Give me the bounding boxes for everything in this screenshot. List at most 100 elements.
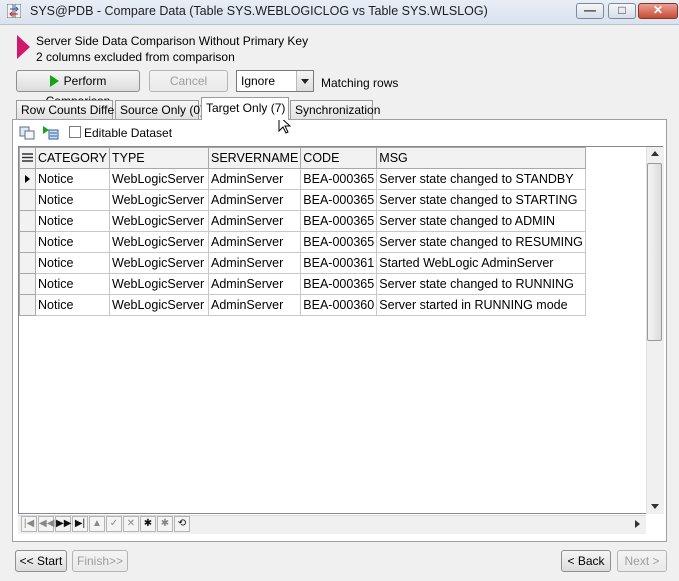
tab-label: Source Only (0)	[120, 103, 205, 117]
row-indicator[interactable]	[19, 273, 36, 295]
row-indicator[interactable]	[19, 189, 36, 211]
scroll-down-arrow-icon[interactable]	[651, 504, 659, 509]
tab-row-counts-differ[interactable]: Row Counts Differ	[16, 100, 118, 119]
row-indicator[interactable]	[19, 168, 36, 190]
cell-msg[interactable]: Started WebLogic AdminServer	[376, 252, 586, 274]
cell-type[interactable]: WebLogicServer	[109, 294, 209, 316]
window-title: SYS@PDB - Compare Data (Table SYS.WEBLOG…	[30, 4, 488, 18]
cell-servername[interactable]: AdminServer	[207, 168, 302, 190]
nav-post-icon[interactable]: ✓	[106, 516, 122, 532]
table-row[interactable]: Notice WebLogicServer AdminServer BEA-00…	[19, 210, 586, 232]
cell-category[interactable]: Notice	[35, 294, 110, 316]
scrollbar-thumb[interactable]	[647, 163, 662, 341]
table-row[interactable]: Notice WebLogicServer AdminServer BEA-00…	[19, 252, 586, 274]
data-grid[interactable]: CATEGORY TYPE SERVERNAME CODE MSG Notice…	[18, 146, 663, 514]
mode-value: Ignore	[241, 74, 276, 88]
cell-category[interactable]: Notice	[35, 231, 110, 253]
cell-msg[interactable]: Server state changed to STANDBY	[376, 168, 586, 190]
nav-apply-icon[interactable]: ✱	[157, 516, 173, 532]
table-row[interactable]: Notice WebLogicServer AdminServer BEA-00…	[19, 294, 586, 316]
grid-menu-icon[interactable]	[19, 147, 36, 169]
table-row[interactable]: Notice WebLogicServer AdminServer BEA-00…	[19, 189, 586, 211]
scroll-up-arrow-icon[interactable]	[651, 151, 659, 156]
nav-first-icon[interactable]: |◀	[21, 516, 37, 532]
cell-category[interactable]: Notice	[35, 210, 110, 232]
chevron-down-icon	[296, 71, 313, 91]
cell-type[interactable]: WebLogicServer	[109, 189, 209, 211]
column-header-type[interactable]: TYPE	[109, 147, 209, 169]
cell-type[interactable]: WebLogicServer	[109, 273, 209, 295]
cell-code[interactable]: BEA-000360	[300, 294, 378, 316]
tab-target-only[interactable]: Target Only (7)	[201, 97, 289, 120]
column-header-code[interactable]: CODE	[300, 147, 378, 169]
row-indicator[interactable]	[19, 294, 36, 316]
nav-last-icon[interactable]: ▶|	[72, 516, 88, 532]
close-button[interactable]: ✕	[638, 3, 678, 19]
column-header-servername[interactable]: SERVERNAME	[207, 147, 302, 169]
nav-next-icon[interactable]: ▶▶	[55, 516, 71, 532]
tab-source-only[interactable]: Source Only (0)	[115, 100, 204, 119]
column-header-category[interactable]: CATEGORY	[35, 147, 110, 169]
cell-category[interactable]: Notice	[35, 189, 110, 211]
cell-servername[interactable]: AdminServer	[207, 189, 302, 211]
cell-type[interactable]: WebLogicServer	[109, 168, 209, 190]
row-indicator[interactable]	[19, 231, 36, 253]
cell-type[interactable]: WebLogicServer	[109, 231, 209, 253]
tab-synchronization[interactable]: Synchronization	[290, 100, 380, 119]
compare-app-icon	[7, 4, 21, 18]
cell-msg[interactable]: Server started in RUNNING mode	[376, 294, 586, 316]
nav-prior-icon[interactable]: ◀◀	[38, 516, 54, 532]
cell-type[interactable]: WebLogicServer	[109, 210, 209, 232]
cell-servername[interactable]: AdminServer	[207, 273, 302, 295]
cell-code[interactable]: BEA-000361	[300, 252, 378, 274]
title-bar: SYS@PDB - Compare Data (Table SYS.WEBLOG…	[0, 0, 679, 25]
cell-code[interactable]: BEA-000365	[300, 231, 378, 253]
row-indicator[interactable]	[19, 210, 36, 232]
tab-label: Target Only (7)	[206, 101, 286, 115]
cell-category[interactable]: Notice	[35, 252, 110, 274]
table-row[interactable]: Notice WebLogicServer AdminServer BEA-00…	[19, 273, 586, 295]
next-button[interactable]: Next >	[617, 550, 667, 572]
column-header-msg[interactable]: MSG	[376, 147, 586, 169]
cell-msg[interactable]: Server state changed to RUNNING	[376, 273, 586, 295]
cell-servername[interactable]: AdminServer	[207, 210, 302, 232]
cancel-label: Cancel	[169, 74, 208, 88]
cell-msg[interactable]: Server state changed to RESUMING	[376, 231, 586, 253]
start-button[interactable]: << Start	[15, 550, 67, 572]
cell-servername[interactable]: AdminServer	[207, 231, 302, 253]
nav-insert-icon[interactable]: ▲	[89, 516, 105, 532]
cell-servername[interactable]: AdminServer	[207, 252, 302, 274]
cell-msg[interactable]: Server state changed to ADMIN	[376, 210, 586, 232]
finish-button[interactable]: Finish>>	[72, 550, 128, 572]
cell-code[interactable]: BEA-000365	[300, 168, 378, 190]
minimize-icon: —	[584, 3, 596, 17]
run-icon	[49, 75, 59, 87]
cell-category[interactable]: Notice	[35, 273, 110, 295]
table-row[interactable]: Notice WebLogicServer AdminServer BEA-00…	[19, 231, 586, 253]
table-row[interactable]: Notice WebLogicServer AdminServer BEA-00…	[19, 168, 586, 190]
cell-code[interactable]: BEA-000365	[300, 273, 378, 295]
nav-revert-icon[interactable]: ⟲	[174, 516, 190, 532]
perform-comparison-button[interactable]: Perform Comparison	[16, 70, 140, 108]
scroll-right-arrow-icon[interactable]	[635, 520, 640, 528]
matching-rows-mode-select[interactable]: Ignore	[236, 70, 314, 92]
editable-dataset-checkbox[interactable]	[69, 126, 81, 138]
maximize-button[interactable]: □	[608, 3, 636, 19]
cell-code[interactable]: BEA-000365	[300, 189, 378, 211]
results-table: CATEGORY TYPE SERVERNAME CODE MSG Notice…	[19, 147, 586, 316]
grid-options-icon[interactable]	[19, 125, 36, 140]
cell-code[interactable]: BEA-000365	[300, 210, 378, 232]
cancel-button[interactable]: Cancel	[149, 70, 228, 92]
cell-servername[interactable]: AdminServer	[207, 294, 302, 316]
cell-msg[interactable]: Server state changed to STARTING	[376, 189, 586, 211]
cell-category[interactable]: Notice	[35, 168, 110, 190]
next-label: Next >	[624, 554, 660, 568]
cell-type[interactable]: WebLogicServer	[109, 252, 209, 274]
refresh-data-icon[interactable]	[42, 125, 59, 140]
nav-cancel-icon[interactable]: ✕	[123, 516, 139, 532]
back-button[interactable]: < Back	[561, 550, 611, 572]
row-indicator[interactable]	[19, 252, 36, 274]
minimize-button[interactable]: —	[576, 3, 604, 19]
nav-refresh-icon[interactable]: ✱	[140, 516, 156, 532]
info-line-2: 2 columns excluded from comparison	[36, 50, 235, 64]
